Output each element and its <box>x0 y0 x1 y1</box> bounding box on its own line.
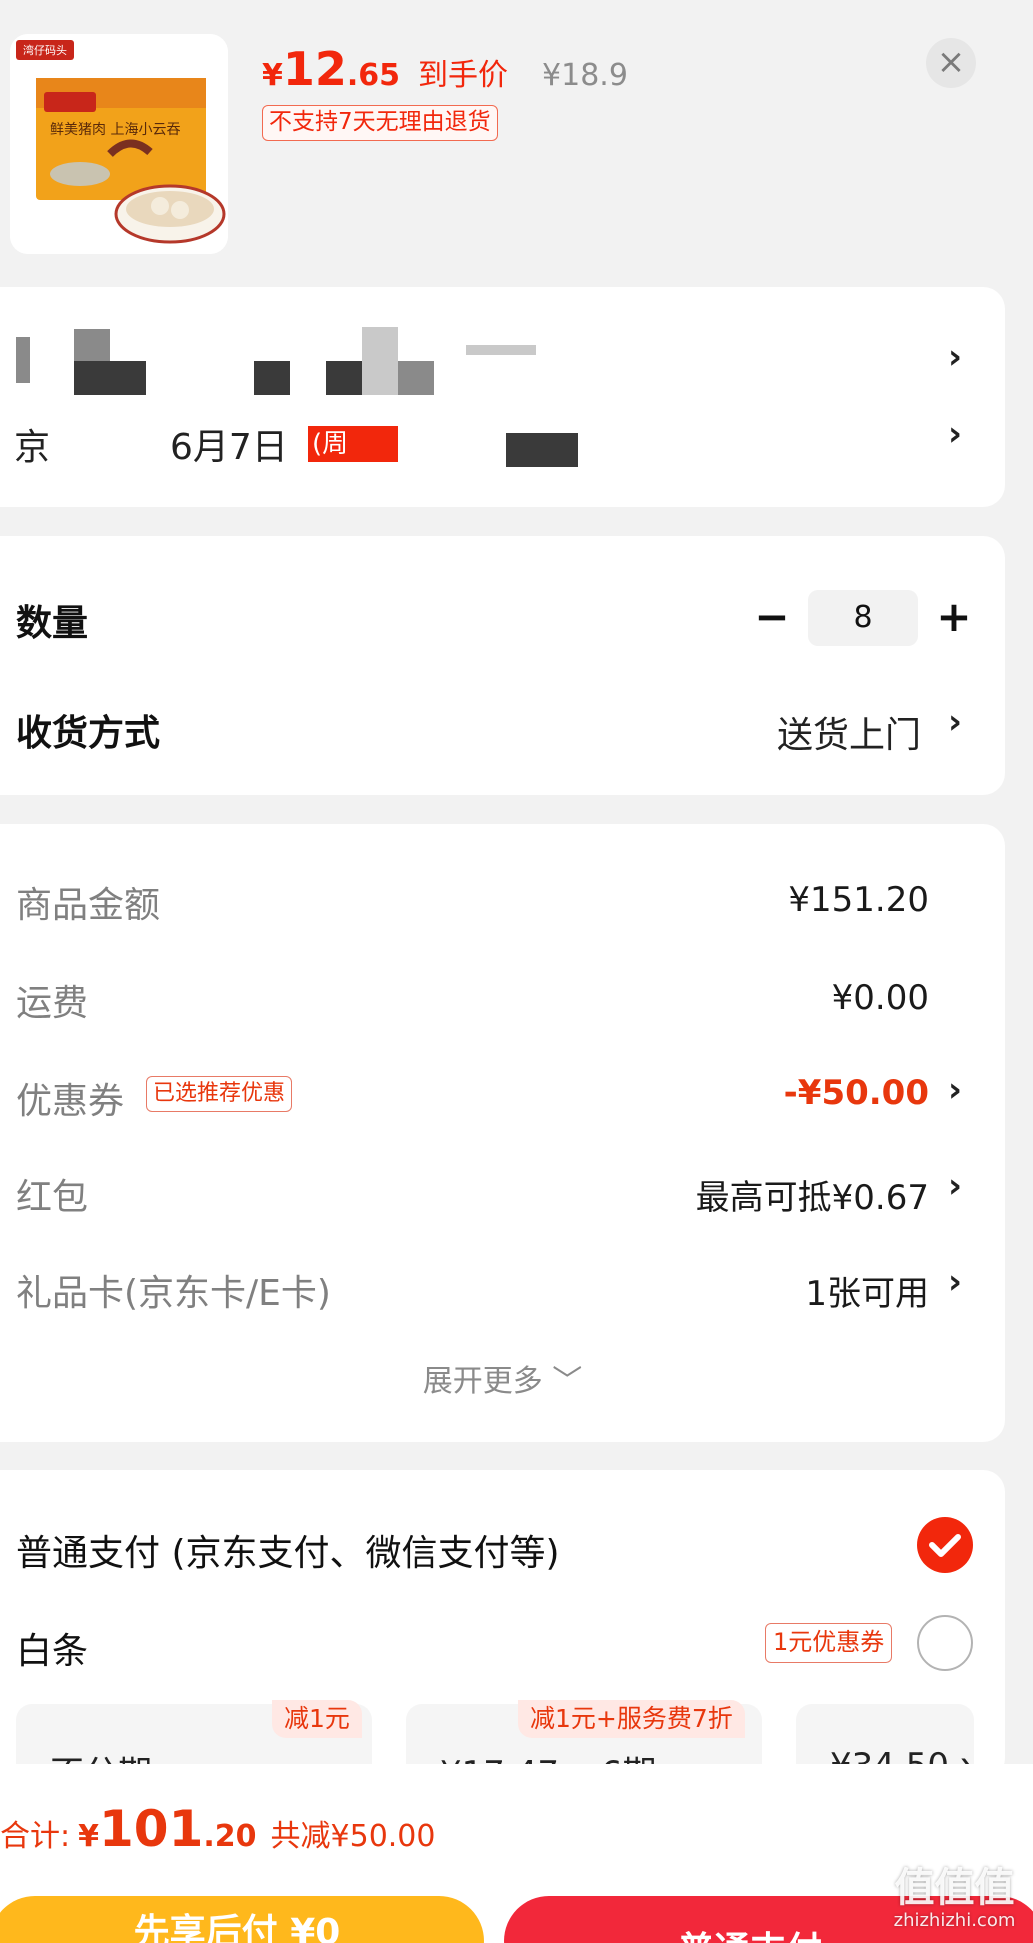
delivery-method-label: 收货方式 <box>16 713 161 754</box>
normal-payment-radio[interactable] <box>917 1517 973 1573</box>
chevron-right-icon: › <box>948 337 963 377</box>
plan-tag: 减1元+服务费7折 <box>518 1700 745 1738</box>
chevron-right-icon: › <box>948 1070 963 1110</box>
price-line: ¥ 12 .65 到手价 ¥18.9 <box>262 42 628 96</box>
baitiao-radio[interactable] <box>917 1615 973 1671</box>
quantity-label: 数量 <box>16 603 89 644</box>
redacted-block <box>466 345 536 355</box>
plan-tag: 减1元 <box>272 1700 362 1738</box>
total-currency: ¥ <box>78 1819 99 1854</box>
delivery-prefix: 京 <box>14 427 51 468</box>
redacted-block <box>506 433 578 467</box>
redacted-block <box>398 361 434 395</box>
redacted-block <box>326 361 362 395</box>
total-saved: 共减¥50.00 <box>270 1819 436 1854</box>
total-label: 合计: <box>0 1819 71 1854</box>
delivery-weekday-tag: (周 <box>308 426 398 462</box>
delivery-estimate: 京 6月7日 <box>14 418 288 470</box>
redacted-block <box>74 361 110 395</box>
freight-label: 运费 <box>16 983 89 1024</box>
product-header: 湾仔码头 鲜美猪肉 上海小云吞 ¥ 12 .65 到手价 ¥18.9 不支持7天… <box>0 0 1033 270</box>
total-decimal: .20 <box>203 1819 257 1854</box>
watermark-url: zhizhizhi.com <box>893 1910 1016 1931</box>
goods-amount-value: ¥151.20 <box>788 880 929 920</box>
baitiao-label[interactable]: 白条 <box>16 1622 88 1674</box>
freight-value: ¥0.00 <box>831 978 929 1018</box>
final-price-tag: 到手价 <box>418 58 509 93</box>
redacted-block <box>254 361 290 395</box>
thumbnail-text: 鲜美猪肉 上海小云吞 <box>50 122 180 138</box>
chevron-right-icon: › <box>948 702 963 742</box>
check-icon <box>929 1534 961 1557</box>
gift-card-value[interactable]: 1张可用 <box>805 1266 929 1315</box>
goods-amount-label: 商品金额 <box>16 885 161 926</box>
quantity-decrease-button[interactable]: − <box>752 592 792 642</box>
address-card[interactable]: › › <box>0 287 1005 507</box>
price-integer: 12 <box>282 42 347 96</box>
chevron-right-icon: › <box>948 1262 963 1302</box>
chevron-right-icon: › <box>948 1166 963 1206</box>
redacted-block <box>362 327 398 361</box>
product-image: 湾仔码头 鲜美猪肉 上海小云吞 <box>10 34 228 254</box>
expand-more-button[interactable]: 展开更多 ﹀ <box>0 1356 1005 1400</box>
thumbnail-brand: 湾仔码头 <box>23 43 67 57</box>
red-packet-label: 红包 <box>16 1177 89 1218</box>
total-integer: 101 <box>98 1800 204 1858</box>
coupon-selected-badge: 已选推荐优惠 <box>146 1076 293 1112</box>
redacted-block <box>110 361 146 395</box>
watermark: 值值值 zhizhizhi.com <box>876 1866 1033 1932</box>
price-decimal: .65 <box>346 58 401 93</box>
red-packet-value[interactable]: 最高可抵¥0.67 <box>696 1170 929 1219</box>
product-thumbnail[interactable]: 湾仔码头 鲜美猪肉 上海小云吞 <box>10 34 228 254</box>
gift-card-label: 礼品卡(京东卡/E卡) <box>16 1273 331 1314</box>
coupon-value[interactable]: -¥50.00 <box>784 1073 929 1113</box>
chevron-right-icon: › <box>948 414 963 454</box>
delivery-method-value[interactable]: 送货上门 <box>777 706 921 758</box>
pay-later-button[interactable]: 先享后付 ¥0 <box>0 1896 484 1943</box>
order-total: 合计: ¥ 101 .20 共减¥50.00 <box>0 1800 436 1858</box>
close-button[interactable]: × <box>926 38 976 88</box>
close-icon: × <box>936 42 966 82</box>
quantity-input[interactable]: 8 <box>808 590 918 646</box>
normal-payment-label[interactable]: 普通支付 (京东支付、微信支付等) <box>16 1524 560 1576</box>
return-policy-badge: 不支持7天无理由退货 <box>262 105 498 141</box>
watermark-logo: 值值值 <box>894 1865 1015 1911</box>
quantity-increase-button[interactable]: + <box>934 592 974 642</box>
price-currency: ¥ <box>262 58 283 93</box>
baitiao-coupon-badge: 1元优惠券 <box>765 1623 893 1663</box>
redacted-block <box>16 337 30 383</box>
redacted-block <box>362 361 398 395</box>
delivery-date: 6月7日 <box>170 427 288 468</box>
original-price: ¥18.9 <box>542 58 628 93</box>
redacted-block <box>74 329 110 361</box>
coupon-label: 优惠券 <box>16 1081 125 1122</box>
